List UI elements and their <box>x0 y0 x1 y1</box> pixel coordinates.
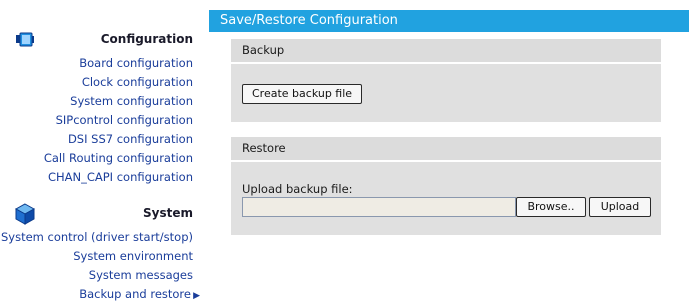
sidebar-item-backup-and-restore[interactable]: Backup and restore ▶ <box>0 285 200 304</box>
system-section-header: System <box>0 203 200 225</box>
restore-heading: Restore <box>231 137 661 162</box>
backup-file-field[interactable] <box>242 197 516 217</box>
restore-panel: Restore Upload backup file: Browse.. Upl… <box>231 137 661 235</box>
sidebar-item-system-control[interactable]: System control (driver start/stop) <box>0 228 200 247</box>
sidebar-item-system-environment[interactable]: System environment <box>0 247 200 266</box>
configuration-section-title: Configuration <box>100 32 193 46</box>
sidebar-item-chan-capi-configuration[interactable]: CHAN_CAPI configuration <box>0 168 200 187</box>
sidebar-item-clock-configuration[interactable]: Clock configuration <box>0 73 200 92</box>
caret-right-icon: ▶ <box>193 291 200 301</box>
upload-button[interactable]: Upload <box>589 197 651 217</box>
sidebar-item-dsi-ss7-configuration[interactable]: DSI SS7 configuration <box>0 130 200 149</box>
browse-button[interactable]: Browse.. <box>516 197 586 217</box>
create-backup-button[interactable]: Create backup file <box>242 84 363 104</box>
main-content: Save/Restore Configuration Backup Create… <box>209 0 694 308</box>
sidebar-item-label: Backup and restore <box>79 287 191 301</box>
sidebar: Configuration Board configuration Clock … <box>0 0 200 308</box>
configuration-nav: Board configuration Clock configuration … <box>0 54 200 187</box>
sidebar-item-call-routing-configuration[interactable]: Call Routing configuration <box>0 149 200 168</box>
page-title: Save/Restore Configuration <box>209 10 689 32</box>
system-section-title: System <box>143 206 193 220</box>
backup-heading: Backup <box>231 39 661 64</box>
system-nav: System control (driver start/stop) Syste… <box>0 228 200 304</box>
sidebar-item-system-messages[interactable]: System messages <box>0 266 200 285</box>
cube-icon <box>14 203 36 225</box>
sidebar-item-board-configuration[interactable]: Board configuration <box>0 54 200 73</box>
sidebar-item-sipcontrol-configuration[interactable]: SIPcontrol configuration <box>0 111 200 130</box>
configuration-section-header: Configuration <box>0 29 200 51</box>
sidebar-item-system-configuration[interactable]: System configuration <box>0 92 200 111</box>
upload-backup-label: Upload backup file: <box>242 182 353 196</box>
backup-panel: Backup Create backup file <box>231 39 661 122</box>
window-icon <box>14 29 36 51</box>
